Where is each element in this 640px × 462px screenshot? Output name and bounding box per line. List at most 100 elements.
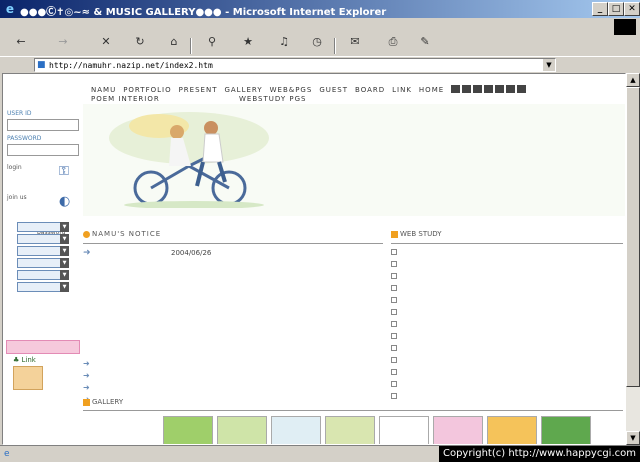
address-url: http://namuhr.nazip.net/index2.htm [49,61,213,70]
gallery-thumbnail[interactable] [217,416,267,444]
gallery-thumbnail[interactable] [487,416,537,444]
notice-item[interactable]: ➜ [83,394,383,406]
media-button[interactable]: ♫ [270,36,298,56]
favorites-button[interactable]: ★ [230,36,266,56]
nav-item[interactable]: HOME [419,86,444,94]
nav-item[interactable]: LINK [392,86,412,94]
nav-poem-interior[interactable]: POEM INTERIOR [91,95,160,103]
gallery-thumbnail[interactable] [325,416,375,444]
join-row[interactable]: join us ◐ [7,194,79,216]
bullet-box-icon [391,356,397,363]
link-banner-image[interactable] [13,366,43,390]
gallery-thumbnail[interactable] [541,416,591,444]
windows-logo-icon [614,19,636,35]
webstudy-item[interactable] [391,378,623,390]
mini-button[interactable] [506,85,515,93]
refresh-button[interactable]: ↻ [122,36,158,56]
dropdown-icon[interactable]: ▼ [60,270,69,280]
vertical-scrollbar[interactable]: ▲ ▼ [626,73,640,445]
address-input[interactable]: ■ http://namuhr.nazip.net/index2.htm ▼ [34,58,556,72]
home-button[interactable]: ⌂ [164,36,184,56]
dropdown-icon[interactable]: ▼ [60,246,69,256]
webstudy-item[interactable] [391,294,623,306]
mini-button[interactable] [495,85,504,93]
search-button[interactable]: ⚲ [200,36,224,56]
key-icon: ⚿ [59,164,69,179]
gallery-thumbnail[interactable] [433,416,483,444]
webstudy-header-icon [391,230,398,238]
webstudy-item[interactable] [391,390,623,402]
category-select[interactable]: ▼ [17,234,69,244]
login-row[interactable]: login ⚿ [7,164,79,186]
webstudy-item[interactable] [391,258,623,270]
mini-button[interactable] [517,85,526,93]
category-select[interactable]: ▼ [17,258,69,268]
webstudy-item[interactable] [391,330,623,342]
webstudy-item[interactable] [391,342,623,354]
gallery-thumbnail[interactable] [163,416,213,444]
nav-item[interactable]: BOARD [355,86,385,94]
maximize-button[interactable]: □ [608,2,624,16]
page-icon: ■ [37,60,46,70]
bullet-box-icon [391,284,397,291]
dropdown-icon[interactable]: ▼ [60,222,69,232]
mini-button[interactable] [484,85,493,93]
window-title: ●●●Ⓒ✝◎~≈ & MUSIC GALLERY●●● - Microsoft … [20,7,387,18]
scroll-thumb[interactable] [626,87,640,387]
back-button[interactable]: ← [6,36,36,56]
webstudy-item[interactable] [391,354,623,366]
nav-item[interactable]: WEB&PGS [270,86,313,94]
dropdown-icon[interactable]: ▼ [60,234,69,244]
category-select[interactable]: ▼ [17,282,69,292]
copyright-badge: Copyright(c) http://www.happycgi.com [438,446,640,462]
mail-button[interactable]: ✉ [344,36,366,56]
forward-button[interactable]: → [46,36,80,56]
webstudy-header: WEB STUDY [391,230,623,242]
gallery-thumbnail[interactable] [379,416,429,444]
favorites-icon: ★ [243,35,253,48]
close-button[interactable]: ✕ [624,2,640,16]
user-id-input[interactable] [7,119,79,131]
scroll-up-icon[interactable]: ▲ [626,73,640,87]
webstudy-item[interactable] [391,366,623,378]
gallery-thumbnail[interactable] [271,416,321,444]
category-select[interactable]: ▼ [17,222,69,232]
address-bar: ■ http://namuhr.nazip.net/index2.htm ▼ [0,56,640,72]
notice-item[interactable]: ➜ [83,358,383,370]
webstudy-item[interactable] [391,246,623,258]
password-input[interactable] [7,144,79,156]
forward-icon: → [58,35,68,48]
dropdown-icon[interactable]: ▼ [60,258,69,268]
nav-item[interactable]: GUEST [319,86,348,94]
webstudy-item[interactable] [391,282,623,294]
nav-item[interactable]: GALLERY [224,86,262,94]
minimize-button[interactable]: _ [592,2,608,16]
notice-top-item[interactable]: ➜ 2004/06/26 [83,248,383,260]
category-select[interactable]: ▼ [17,270,69,280]
nav-item[interactable]: NAMU [91,86,116,94]
side-banner[interactable] [6,340,80,354]
nav-item[interactable]: PORTFOLIO [123,86,171,94]
print-button[interactable]: ⎙ [382,36,404,56]
scroll-down-icon[interactable]: ▼ [626,431,640,445]
webstudy-item[interactable] [391,270,623,282]
history-button[interactable]: ◷ [306,36,328,56]
nav-item[interactable]: PRESENT [179,86,218,94]
category-select[interactable]: ▼ [17,246,69,256]
nav-webstudy-pgs[interactable]: WEBSTUDY PGS [239,95,306,103]
mini-button[interactable] [462,85,471,93]
toolbar-separator [190,38,192,54]
webstudy-header-text: WEB STUDY [400,230,442,238]
dropdown-icon[interactable]: ▼ [60,282,69,292]
arrow-icon: ➜ [83,359,90,368]
address-dropdown-icon[interactable]: ▼ [543,59,555,71]
notice-item[interactable]: ➜ [83,370,383,382]
edit-button[interactable]: ✎ [414,36,436,56]
webstudy-item[interactable] [391,306,623,318]
notice-item[interactable]: ➜ [83,382,383,394]
webstudy-item[interactable] [391,318,623,330]
mini-button[interactable] [473,85,482,93]
media-icon: ♫ [279,35,289,48]
mini-button[interactable] [451,85,460,93]
stop-button[interactable]: ✕ [92,36,120,56]
